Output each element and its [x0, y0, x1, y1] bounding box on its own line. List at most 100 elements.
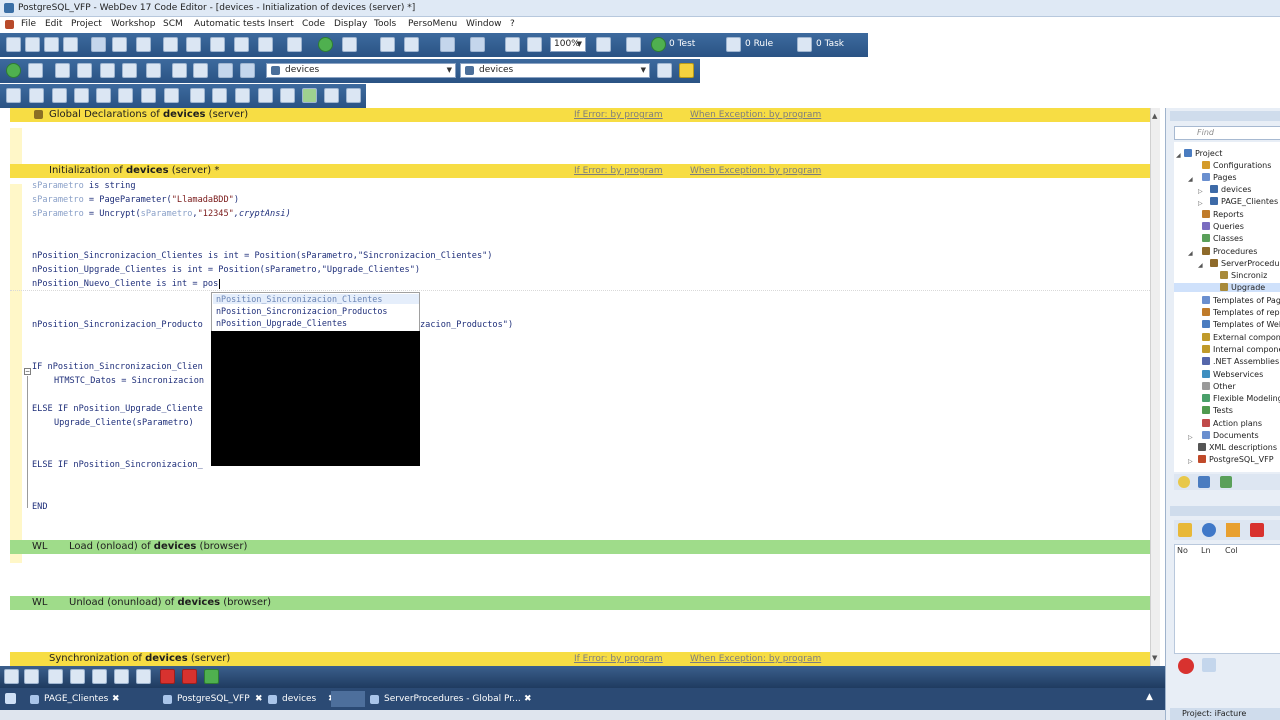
status-icon-7[interactable] — [136, 669, 151, 684]
format-icon-1[interactable] — [6, 88, 21, 103]
rule-icon[interactable] — [726, 37, 741, 52]
format-icon-15[interactable] — [324, 88, 339, 103]
errors-grid[interactable]: No Ln Col — [1174, 544, 1280, 654]
task-icon[interactable] — [797, 37, 812, 52]
chevron-up-icon[interactable]: ▲ — [1146, 692, 1153, 702]
project-tree[interactable]: ◢ Project Configurations ◢ Pages ▷ devic… — [1174, 142, 1280, 472]
db-edit-icon[interactable] — [470, 37, 485, 52]
layout-grid-icon[interactable] — [657, 63, 672, 78]
test-count[interactable]: 0 Test — [669, 39, 695, 49]
status-icon-10[interactable] — [204, 669, 219, 684]
menu-code[interactable]: Code — [302, 19, 325, 29]
status-icon-3[interactable] — [48, 669, 63, 684]
format-icon-6[interactable] — [118, 88, 133, 103]
uncomment-icon[interactable] — [626, 37, 641, 52]
breakpoint-icon[interactable] — [193, 63, 208, 78]
format-icon-16[interactable] — [346, 88, 361, 103]
redo-icon[interactable] — [342, 37, 357, 52]
format-icon-5[interactable] — [96, 88, 111, 103]
menu-window[interactable]: Window — [466, 19, 502, 29]
format-icon-8[interactable] — [164, 88, 179, 103]
section-load[interactable]: WL Load (onload) of devices (browser) — [10, 540, 1150, 554]
close-icon[interactable]: ✖ — [255, 691, 263, 707]
brush-icon[interactable] — [287, 37, 302, 52]
status-icon-1[interactable] — [4, 669, 19, 684]
scroll-down-icon[interactable]: ▼ — [1152, 654, 1157, 662]
find-input[interactable]: Find — [1174, 126, 1280, 140]
refresh-icon[interactable] — [55, 63, 70, 78]
menu-persomenu[interactable]: PersoMenu — [408, 19, 457, 29]
status-icon-5[interactable] — [92, 669, 107, 684]
status-icon-2[interactable] — [24, 669, 39, 684]
collapse-icon[interactable]: ◢ — [1188, 176, 1193, 183]
code-line[interactable]: nPosition_Sincronizacion_Producto — [32, 320, 203, 330]
tree-item-pages[interactable]: Pages — [1202, 173, 1237, 182]
find-icon[interactable] — [100, 63, 115, 78]
task-count[interactable]: 0 Task — [816, 39, 844, 49]
tree-item-documents[interactable]: Documents — [1202, 431, 1259, 440]
format-icon-12[interactable] — [258, 88, 273, 103]
code-line[interactable]: ELSE IF nPosition_Upgrade_Cliente — [32, 404, 203, 414]
code-line[interactable]: nPosition_Upgrade_Clientes is int = Posi… — [32, 265, 420, 275]
paste-icon[interactable] — [258, 37, 273, 52]
tree-item-postgresql-vfp[interactable]: PostgreSQL_VFP — [1198, 455, 1274, 464]
print-icon[interactable] — [163, 37, 178, 52]
event-select[interactable]: devices ▼ — [460, 63, 650, 78]
component-view-icon[interactable] — [1220, 476, 1232, 488]
menu-automatic-tests[interactable]: Automatic tests — [194, 19, 265, 29]
compile-icon[interactable] — [1178, 523, 1192, 537]
debug-icon[interactable] — [172, 63, 187, 78]
menu-edit[interactable]: Edit — [45, 19, 62, 29]
code-line[interactable]: END — [32, 502, 48, 512]
tree-item-templates-reports[interactable]: Templates of reports — [1202, 308, 1280, 317]
cut-icon[interactable] — [210, 37, 225, 52]
format-icon-3[interactable] — [52, 88, 67, 103]
expand-icon[interactable]: ▷ — [1188, 434, 1193, 441]
section-global-declarations[interactable]: Global Declarations of devices (server) … — [10, 108, 1150, 122]
collapse-icon[interactable]: ◢ — [1176, 152, 1181, 159]
status-icon-9[interactable] — [182, 669, 197, 684]
format-icon-11[interactable] — [235, 88, 250, 103]
status-icon-4[interactable] — [70, 669, 85, 684]
section-initialization[interactable]: Initialization of devices (server) * If … — [10, 164, 1150, 178]
scissors-icon[interactable] — [527, 37, 542, 52]
tree-item-templates-webservices[interactable]: Templates of Webservices — [1202, 320, 1280, 329]
back-icon[interactable] — [6, 63, 21, 78]
format-icon-9[interactable] — [190, 88, 205, 103]
code-line[interactable]: HTMSTC_Datos = Sincronizacion — [54, 376, 204, 386]
goto-icon[interactable] — [146, 63, 161, 78]
status-icon-8[interactable] — [160, 669, 175, 684]
next-icon[interactable] — [240, 63, 255, 78]
when-exception-link[interactable]: When Exception: by program — [690, 108, 821, 122]
tree-item-action-plans[interactable]: Action plans — [1202, 419, 1262, 428]
stop-icon[interactable] — [1178, 658, 1194, 674]
code-line-tail[interactable]: zacion_Productos") — [420, 320, 513, 330]
prev-icon[interactable] — [218, 63, 233, 78]
bookmark-icon[interactable] — [77, 63, 92, 78]
if-error-link[interactable]: If Error: by program — [574, 164, 663, 178]
save-icon[interactable] — [44, 37, 59, 52]
if-error-link[interactable]: If Error: by program — [574, 108, 663, 122]
tab-server-procedures[interactable]: ServerProcedures - Global Pr... ✖ — [368, 691, 536, 707]
tools-icon[interactable] — [112, 37, 127, 52]
error-icon[interactable] — [1250, 523, 1264, 537]
status-icon-6[interactable] — [114, 669, 129, 684]
align-icon[interactable] — [380, 37, 395, 52]
menu-project[interactable]: Project — [71, 19, 102, 29]
format-icon-13[interactable] — [280, 88, 295, 103]
code-line[interactable]: ELSE IF nPosition_Sincronizacion_ — [32, 460, 203, 470]
tree-item-xml-descriptions[interactable]: XML descriptions — [1198, 443, 1277, 452]
tree-item-queries[interactable]: Queries — [1202, 222, 1244, 231]
if-error-link[interactable]: If Error: by program — [574, 652, 663, 666]
tree-item-tests[interactable]: Tests — [1202, 406, 1233, 415]
editor-scrollbar[interactable]: ▲ ▼ — [1150, 108, 1160, 666]
scroll-up-icon[interactable]: ▲ — [1152, 112, 1157, 120]
code-line[interactable]: nPosition_Sincronizacion_Clientes is int… — [32, 251, 492, 261]
format-icon-4[interactable] — [74, 88, 89, 103]
expand-icon[interactable]: ▷ — [1198, 200, 1203, 207]
code-line[interactable]: Upgrade_Cliente(sParametro) — [54, 418, 194, 428]
menu-file[interactable]: File — [21, 19, 36, 29]
copy-icon[interactable] — [234, 37, 249, 52]
collapse-icon[interactable]: ◢ — [1198, 262, 1203, 269]
tree-item-sincroniz[interactable]: Sincroniz — [1220, 271, 1267, 280]
